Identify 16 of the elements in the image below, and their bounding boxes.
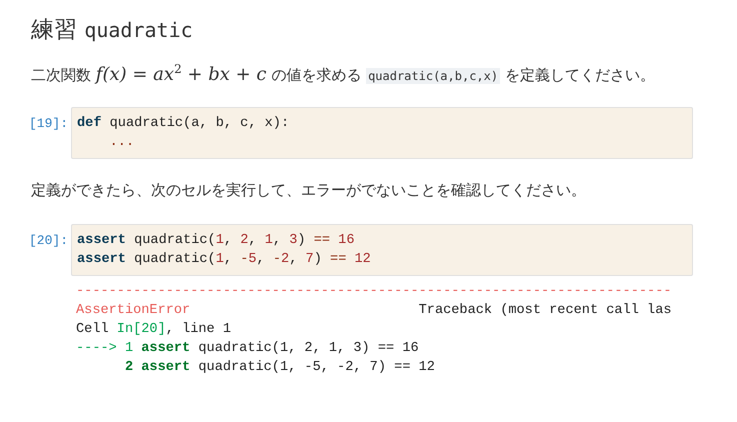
instruction-text: 二次関数 f(x) = ax$^{2}$ + bx + c の値を求める quadratic(a,b,c,x) を定義してください。 — [31, 61, 656, 87]
section-heading: 練習 quadratic — [31, 16, 193, 45]
output-line: ------------------------------------------------------------------------- — [76, 283, 672, 301]
code-line: ... — [108, 134, 136, 152]
output-line: AssertionError Traceback (most recent call las — [76, 302, 672, 320]
code-line: assert quadratic(1, 2, 1, 3) == 16 — [77, 232, 356, 250]
code-line: def quadratic(a, b, c, x): — [77, 115, 290, 133]
output-line: Cell In[20], line 1 — [76, 321, 232, 339]
output-line: 2 assert quadratic(1, -5, -2, 7) == 12 — [124, 359, 435, 377]
code-cell[interactable]: assert quadratic(1, 2, 1, 3) == 16 assert quadratic(1, -5, -2, 7) == 12 — [71, 224, 693, 276]
code-line: assert quadratic(1, -5, -2, 7) == 12 — [77, 251, 372, 269]
instruction-text: 定義ができたら、次のセルを実行して、エラーがでないことを確認してください。 — [31, 181, 587, 200]
code-cell[interactable]: def quadratic(a, b, c, x): ... — [71, 107, 693, 159]
output-line: ----> 1 assert quadratic(1, 2, 1, 3) == 16 — [76, 340, 419, 358]
execution-count: [20]: — [29, 232, 70, 248]
execution-count: [19]: — [29, 115, 70, 131]
